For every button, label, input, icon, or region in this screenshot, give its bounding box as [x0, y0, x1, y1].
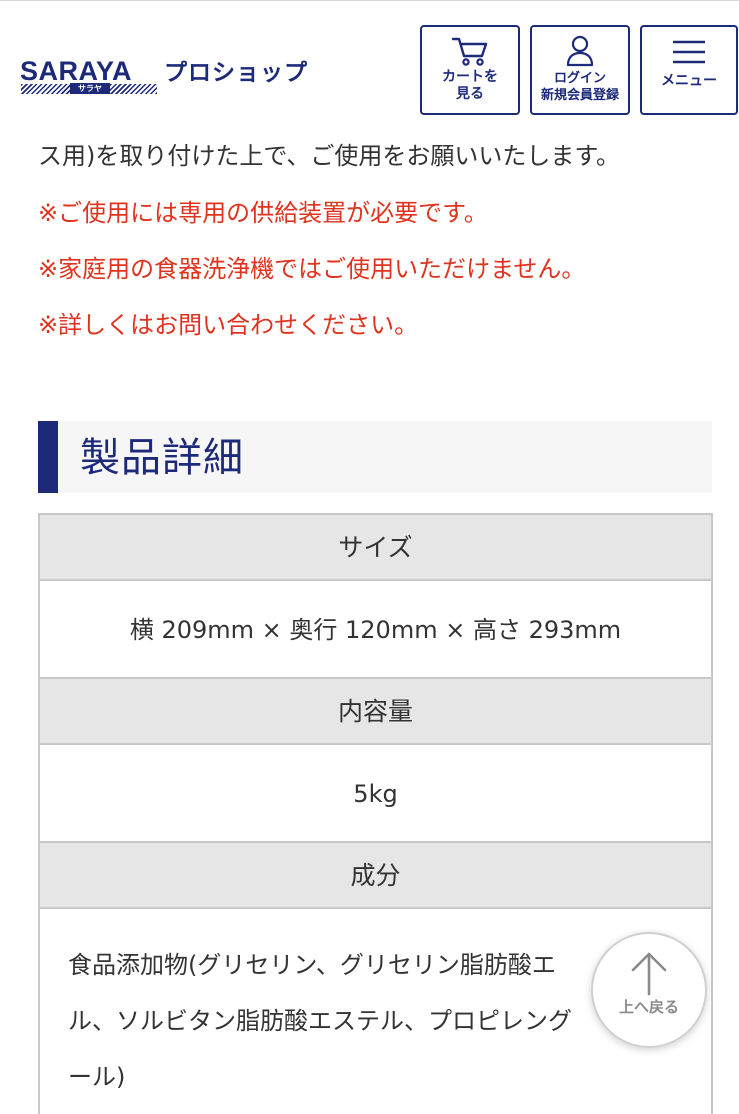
- spec-value-content: 5kg: [40, 745, 711, 843]
- heading-accent-bar: [38, 421, 58, 493]
- note-supply-device: ※ご使用には専用の供給装置が必要です。: [38, 199, 488, 227]
- note-contact: ※詳しくはお問い合わせください。: [38, 311, 419, 339]
- ingredients-line: ール): [68, 1063, 126, 1091]
- spec-label-ingredients: 成分: [40, 843, 711, 909]
- site-header: SARAYA サラヤ プロショップ カートを 見る ログイン 新規会員登録 メニ…: [0, 0, 739, 120]
- logo-kana: サラヤ: [70, 83, 110, 94]
- saraya-logo[interactable]: SARAYA サラヤ プロショップ: [20, 57, 340, 97]
- login-button[interactable]: ログイン 新規会員登録: [530, 25, 630, 115]
- spec-label-content: 内容量: [40, 679, 711, 745]
- back-to-top-button[interactable]: 上へ戻る: [591, 932, 707, 1048]
- product-details-heading: 製品詳細: [38, 421, 712, 493]
- spec-label-size: サイズ: [40, 515, 711, 581]
- note-not-for-home: ※家庭用の食器洗浄機ではご使用いただけません。: [38, 255, 586, 283]
- description-text: ス用)を取り付けた上で、ご使用をお願いいたします。: [38, 142, 621, 170]
- cart-button[interactable]: カートを 見る: [420, 25, 520, 115]
- section-title: 製品詳細: [80, 435, 244, 481]
- arrow-up-icon: [631, 952, 667, 996]
- page: SARAYA サラヤ プロショップ カートを 見る ログイン 新規会員登録 メニ…: [0, 0, 739, 1114]
- cart-button-label: カートを 見る: [442, 69, 498, 102]
- login-button-label: ログイン 新規会員登録: [540, 71, 619, 103]
- logo-text: SARAYA: [20, 56, 133, 86]
- back-to-top-label: 上へ戻る: [618, 998, 679, 1016]
- logo-subtitle: プロショップ: [164, 60, 308, 86]
- hamburger-icon: [673, 40, 705, 64]
- menu-button[interactable]: メニュー: [640, 25, 738, 115]
- user-icon: [566, 35, 594, 67]
- spec-value-size: 横 209mm × 奥行 120mm × 高さ 293mm: [40, 581, 711, 679]
- menu-button-label: メニュー: [661, 73, 717, 89]
- cart-icon: [451, 37, 488, 66]
